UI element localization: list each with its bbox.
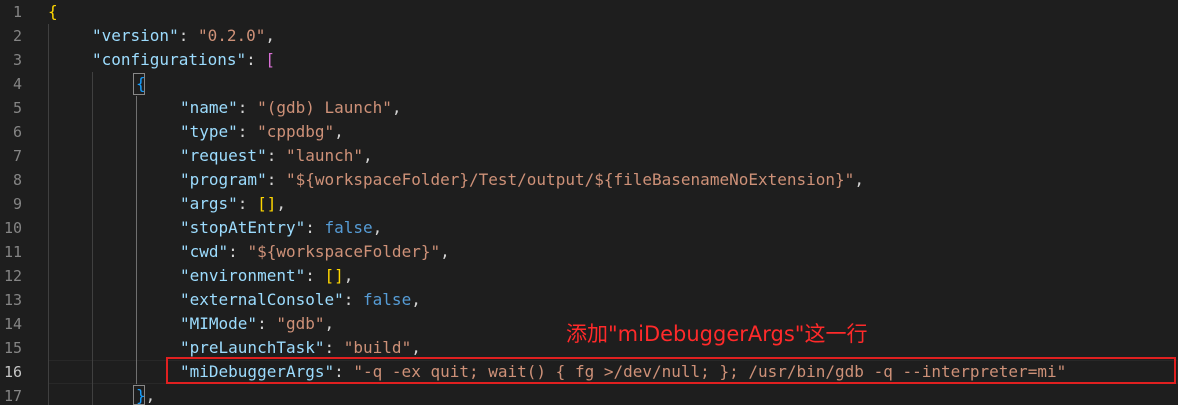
code-line: "args": [], xyxy=(180,194,286,213)
json-key: "program" xyxy=(180,170,267,189)
line-number: 17 xyxy=(3,387,22,405)
json-string: "0.2.0" xyxy=(197,26,266,45)
brace: { xyxy=(136,74,146,93)
code-line: { xyxy=(48,0,58,24)
indent-guide xyxy=(92,72,93,405)
indent-guide-active xyxy=(136,96,137,384)
json-boolean: false xyxy=(324,218,373,237)
line-number: 3 xyxy=(12,51,22,69)
json-key: "name" xyxy=(180,98,238,117)
code-line: "cwd": "${workspaceFolder}", xyxy=(180,242,450,261)
code-line: "request": "launch", xyxy=(180,146,373,165)
line-number: 7 xyxy=(12,147,22,165)
json-string: "${workspaceFolder}/Test/output/${fileBa… xyxy=(285,170,855,189)
code-line: "name": "(gdb) Launch", xyxy=(180,98,402,117)
line-number: 13 xyxy=(3,291,22,309)
line-number: 6 xyxy=(12,123,22,141)
code-line: "MIMode": "gdb", xyxy=(180,314,335,333)
json-key: "environment" xyxy=(180,266,306,285)
bracket: [ xyxy=(265,50,276,69)
json-array: [] xyxy=(324,266,344,285)
line-number: 14 xyxy=(3,315,22,333)
line-number: 10 xyxy=(3,219,22,237)
json-string: "launch" xyxy=(285,146,364,165)
json-string: "gdb" xyxy=(276,314,325,333)
annotation-text: 添加"miDebuggerArgs"这一行 xyxy=(566,322,868,346)
code-line: "configurations": [ xyxy=(92,50,276,69)
brace: { xyxy=(48,2,58,21)
line-number-active: 16 xyxy=(3,363,22,381)
line-number: 8 xyxy=(12,171,22,189)
json-array: [] xyxy=(257,194,277,213)
code-line: "environment": [], xyxy=(180,266,354,285)
json-boolean: false xyxy=(363,290,412,309)
json-key: "preLaunchTask" xyxy=(180,338,325,357)
json-key: "MIMode" xyxy=(180,314,258,333)
code-line: "program": "${workspaceFolder}/Test/outp… xyxy=(180,170,864,189)
json-string: "cppdbg" xyxy=(257,122,335,141)
code-line: "externalConsole": false, xyxy=(180,290,421,309)
json-string: "(gdb) Launch" xyxy=(257,98,392,117)
json-key: "request" xyxy=(180,146,267,165)
code-line: "type": "cppdbg", xyxy=(180,122,344,141)
code-line: { xyxy=(136,72,146,96)
json-key: "cwd" xyxy=(180,242,229,261)
code-line: "stopAtEntry": false, xyxy=(180,218,383,237)
json-key: "externalConsole" xyxy=(180,290,344,309)
line-number: 2 xyxy=(12,27,22,45)
json-string: "build" xyxy=(343,338,412,357)
indent-guide xyxy=(48,24,49,405)
json-key: "stopAtEntry" xyxy=(180,218,306,237)
brace: } xyxy=(136,386,146,405)
code-line: }, xyxy=(136,386,156,405)
line-number: 5 xyxy=(12,99,22,117)
json-key: "version" xyxy=(92,26,179,45)
code-line: "version": "0.2.0", xyxy=(92,26,276,45)
line-number: 4 xyxy=(12,75,22,93)
line-number: 11 xyxy=(3,243,22,261)
json-string: "${workspaceFolder}" xyxy=(247,242,441,261)
line-number: 12 xyxy=(3,267,22,285)
json-key: "configurations" xyxy=(92,50,247,69)
line-number: 1 xyxy=(12,3,22,21)
line-number: 15 xyxy=(3,339,22,357)
json-key: "args" xyxy=(180,194,238,213)
code-editor[interactable]: 1 2 3 4 5 6 7 8 9 10 11 12 13 14 15 16 1… xyxy=(0,0,1178,405)
annotation-highlight-box xyxy=(166,357,1176,384)
json-key: "type" xyxy=(180,122,238,141)
line-number: 9 xyxy=(12,195,22,213)
